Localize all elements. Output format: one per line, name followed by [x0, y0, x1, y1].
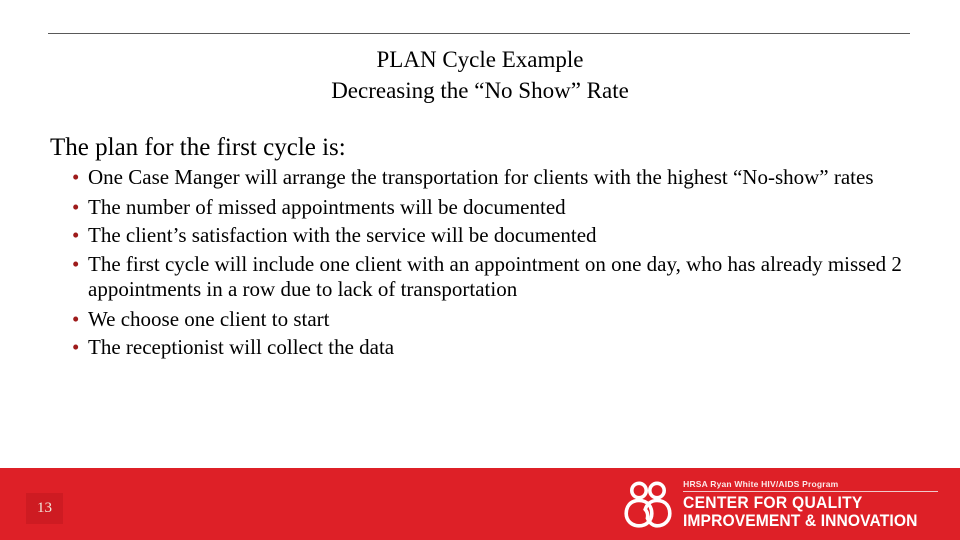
page-number-badge: 13	[26, 493, 63, 524]
bullet-list: • One Case Manger will arrange the trans…	[0, 165, 960, 361]
slide-title: PLAN Cycle Example Decreasing the “No Sh…	[0, 44, 960, 106]
list-item-text: The client’s satisfaction with the servi…	[88, 223, 597, 247]
slide: PLAN Cycle Example Decreasing the “No Sh…	[0, 0, 960, 540]
logo-text-block: HRSA Ryan White HIV/AIDS Program CENTER …	[683, 479, 938, 530]
bullet-icon: •	[72, 194, 80, 219]
list-item: • One Case Manger will arrange the trans…	[70, 165, 936, 191]
lead-in-text: The plan for the first cycle is:	[50, 134, 346, 161]
list-item: • The first cycle will include one clien…	[70, 252, 936, 303]
logo-name-line-1: CENTER FOR QUALITY	[683, 493, 863, 512]
list-item-text: One Case Manger will arrange the transpo…	[88, 165, 874, 189]
title-line-1: PLAN Cycle Example	[376, 47, 584, 72]
logo-name-line-2: IMPROVEMENT & INNOVATION	[683, 511, 918, 530]
list-item: • We choose one client to start	[70, 307, 936, 333]
list-item-text: We choose one client to start	[88, 306, 330, 331]
bullet-icon: •	[72, 165, 80, 189]
header-divider	[48, 33, 910, 34]
list-item-text: The number of missed appointments will b…	[88, 194, 566, 219]
title-line-2: Decreasing the “No Show” Rate	[331, 78, 629, 103]
bullet-icon: •	[72, 306, 80, 331]
list-item: • The number of missed appointments will…	[70, 195, 936, 221]
bullet-icon: •	[72, 223, 80, 247]
bullet-icon: •	[72, 251, 80, 276]
logo-tagline: HRSA Ryan White HIV/AIDS Program	[683, 479, 938, 492]
two-figures-icon	[624, 481, 672, 528]
list-item: • The client’s satisfaction with the ser…	[70, 223, 936, 249]
list-item-text: The first cycle will include one client …	[88, 251, 902, 302]
page-number: 13	[37, 500, 52, 516]
organization-logo: HRSA Ryan White HIV/AIDS Program CENTER …	[622, 477, 938, 532]
list-item-text: The receptionist will collect the data	[88, 335, 395, 359]
footer-bar: 13 HRSA Ryan White HIV/AIDS Program CENT…	[0, 468, 960, 540]
slide-body: The plan for the first cycle is: • One C…	[0, 131, 960, 364]
list-item: • The receptionist will collect the data	[70, 335, 936, 361]
bullet-icon: •	[72, 335, 80, 359]
